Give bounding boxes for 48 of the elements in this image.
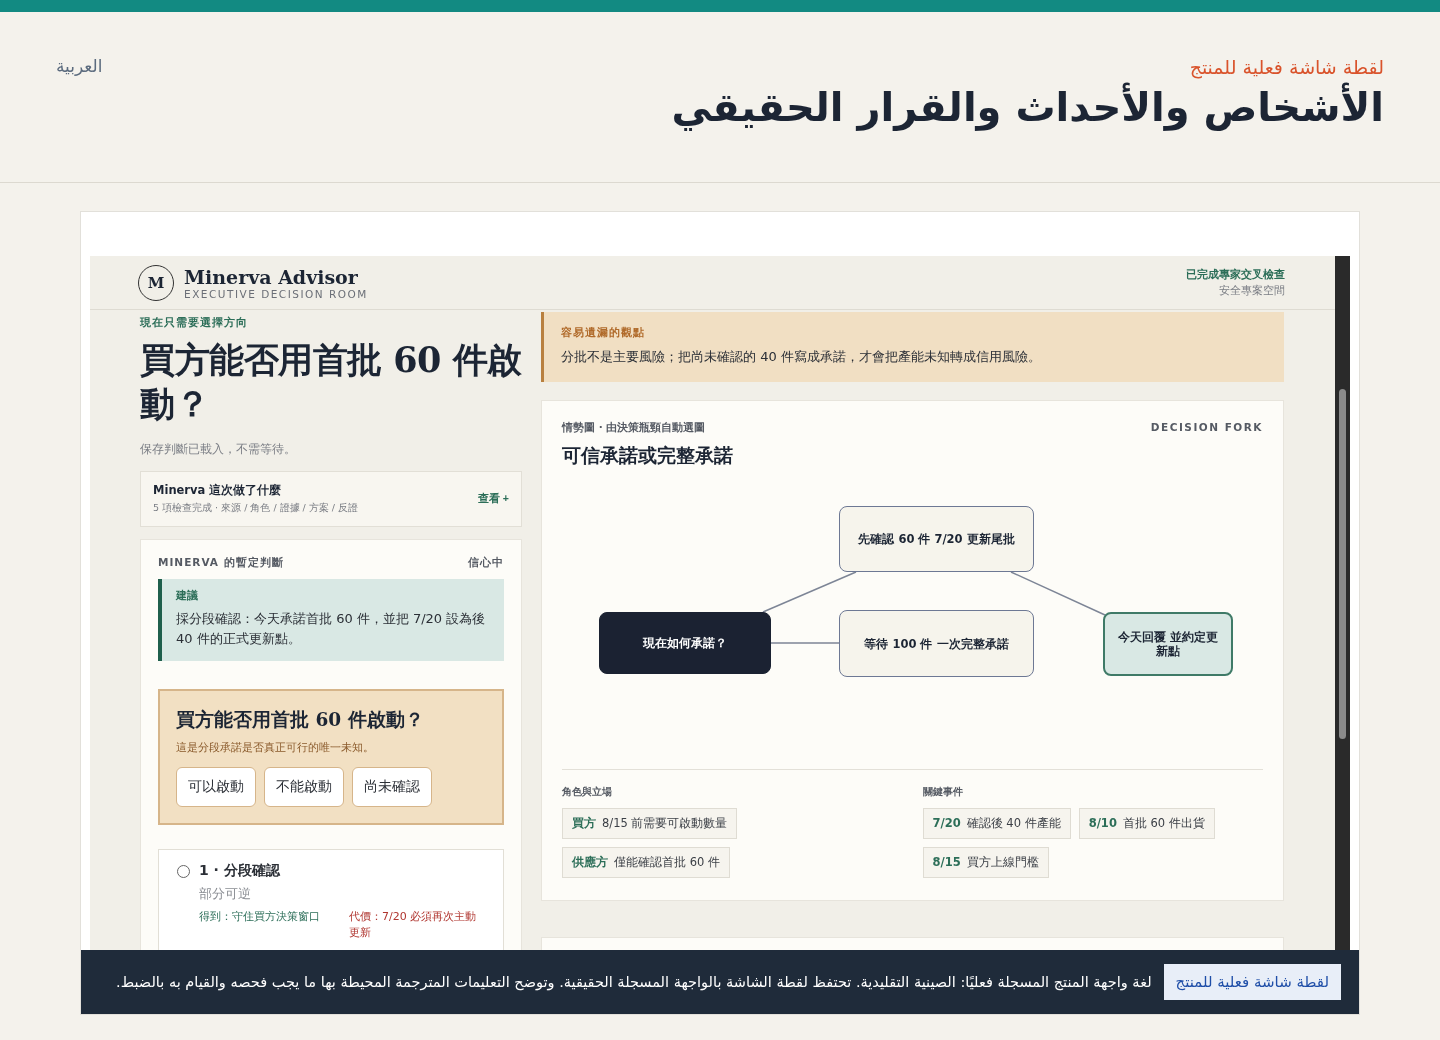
space-label: 安全專案空間 — [1219, 282, 1285, 299]
brand-subtitle: EXECUTIVE DECISION ROOM — [184, 287, 368, 300]
role-chip: 買方 8/15 前需要可啟動數量 — [562, 808, 738, 839]
event-chip: 8/15 買方上線門檻 — [922, 847, 1049, 878]
connector-line — [770, 642, 840, 644]
cost-text: 代價：7/20 必須再次主動更新 — [349, 909, 478, 941]
answer-button[interactable]: 可以啟動 — [176, 767, 256, 807]
eyebrow-text: لقطة شاشة فعلية للمنتج — [1189, 56, 1384, 78]
option-card[interactable]: 1 · 分段確認 部分可逆 得到：守住買方決策窗口 代價：7/20 必須再次主動更新 — [158, 849, 504, 952]
kicker-text: 現在只需要選擇方向 — [140, 316, 249, 330]
event-chip: 8/10 首批 60 件出貨 — [1078, 808, 1215, 839]
events-label: 關鍵事件 — [922, 785, 964, 799]
recommendation-text: 採分段確認：今天承諾首批 60 件，並把 7/20 設為後 40 件的正式更新點。 — [176, 610, 487, 648]
scrollbar[interactable] — [1335, 256, 1350, 951]
option-title: 1 · 分段確認 — [199, 862, 281, 880]
answer-button[interactable]: 尚未確認 — [352, 767, 432, 807]
roles-label: 角色與立場 — [562, 785, 613, 799]
map-tag: DECISION FORK — [1150, 421, 1263, 435]
map-title: 可信承諾或完整承諾 — [561, 443, 734, 468]
answer-button[interactable]: 不能啟動 — [264, 767, 344, 807]
role-chip: 供應方 僅能確認首批 60 件 — [562, 847, 730, 878]
event-chip: 7/20 確認後 40 件產能 — [922, 808, 1071, 839]
activity-title: Minerva 這次做了什麼 — [153, 483, 283, 498]
view-button[interactable]: 查看 + — [477, 492, 509, 506]
insight-text: 分批不是主要風險；把尚未確認的 40 件寫成承諾，才會把產能未知轉成信用風險。 — [561, 348, 1042, 366]
page-title: الأشخاص والأحداث والقرار الحقيقي — [671, 84, 1384, 130]
diagram-node: 先確認 60 件 7/20 更新尾批 — [839, 506, 1034, 572]
caption-text: لغة واجهة المنتج المسجلة فعليًا: الصينية التقليدية. تحتفظ لقطة الشاشة بالواجهة المسجلة الحقيقية. وتوضح التعليمات المترجمة المحيطة بها ما يجب فحصه والقيام به بالضبط. — [116, 974, 1152, 990]
map-kicker: 情勢圖 · 由決策瓶頸自動選圖 — [562, 421, 706, 435]
note-text: 保存判斷已載入，不需等待。 — [140, 442, 297, 457]
diagram-node: 今天回覆 並約定更新點 — [1103, 612, 1233, 676]
reversibility-text: 部分可逆 — [199, 886, 252, 903]
caption-badge: لقطة شاشة فعلية للمنتج — [1163, 964, 1341, 1000]
recommendation-label: 建議 — [176, 589, 199, 603]
unknown-description: 這是分段承諾是否真正可行的唯一未知。 — [176, 740, 375, 755]
activity-summary: 5 項檢查完成 · 來源 / 角色 / 證據 / 方案 / 反證 — [153, 502, 359, 515]
verified-status: 已完成專家交叉檢查 — [1186, 266, 1285, 283]
question-title: 買方能否用首批 60 件啟動？ — [140, 338, 522, 426]
brand-name: Minerva Advisor — [184, 265, 359, 288]
scrollbar-thumb[interactable] — [1339, 389, 1346, 739]
confidence-label: 信心中 — [468, 556, 504, 570]
diagram-node: 等待 100 件 一次完整承諾 — [839, 610, 1034, 677]
unknown-title: 買方能否用首批 60 件啟動？ — [176, 708, 425, 732]
insight-label: 容易遺漏的觀點 — [561, 326, 646, 340]
verdict-label: MINERVA 的暫定判斷 — [158, 556, 284, 570]
language-link[interactable]: العربية — [56, 56, 103, 76]
diagram-node: 現在如何承諾？ — [599, 612, 771, 674]
gain-text: 得到：守住買方決策窗口 — [199, 909, 321, 925]
